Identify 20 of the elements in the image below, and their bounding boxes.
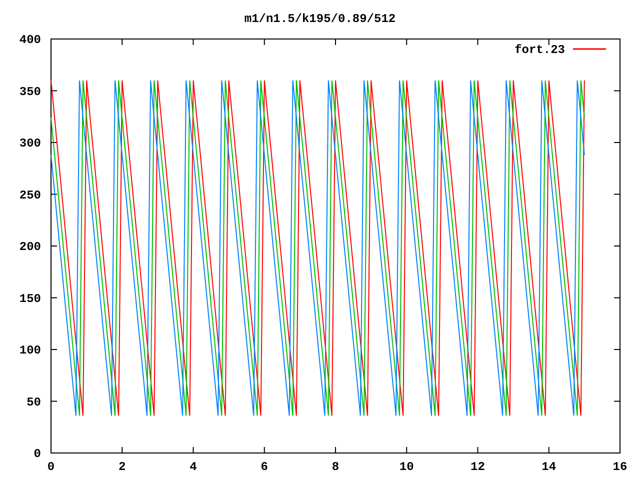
x-tick-label: 6 — [260, 460, 268, 474]
y-tick-label: 350 — [19, 84, 41, 99]
x-tick-label: 8 — [332, 460, 340, 474]
legend-label: fort.23 — [514, 43, 565, 57]
x-tick-label: 4 — [190, 460, 197, 474]
y-tick-label: 50 — [26, 395, 41, 410]
x-tick-label: 2 — [118, 460, 126, 474]
y-tick-label: 0 — [34, 447, 41, 461]
x-tick-label: 0 — [47, 460, 55, 474]
x-tick-label: 16 — [612, 460, 628, 474]
y-tick-label: 200 — [19, 240, 41, 254]
y-tick-label: 300 — [19, 136, 41, 150]
x-tick-label: 10 — [399, 460, 414, 474]
x-tick-label: 12 — [470, 460, 485, 474]
y-tick-label: 150 — [19, 292, 41, 306]
y-tick-label: 400 — [19, 33, 41, 47]
x-tick-label: 14 — [542, 460, 556, 474]
y-tick-label: 100 — [19, 344, 41, 358]
y-tick-label: 250 — [19, 188, 41, 202]
chart-title: m1/n1.5/k195/0.89/512 — [244, 12, 396, 26]
